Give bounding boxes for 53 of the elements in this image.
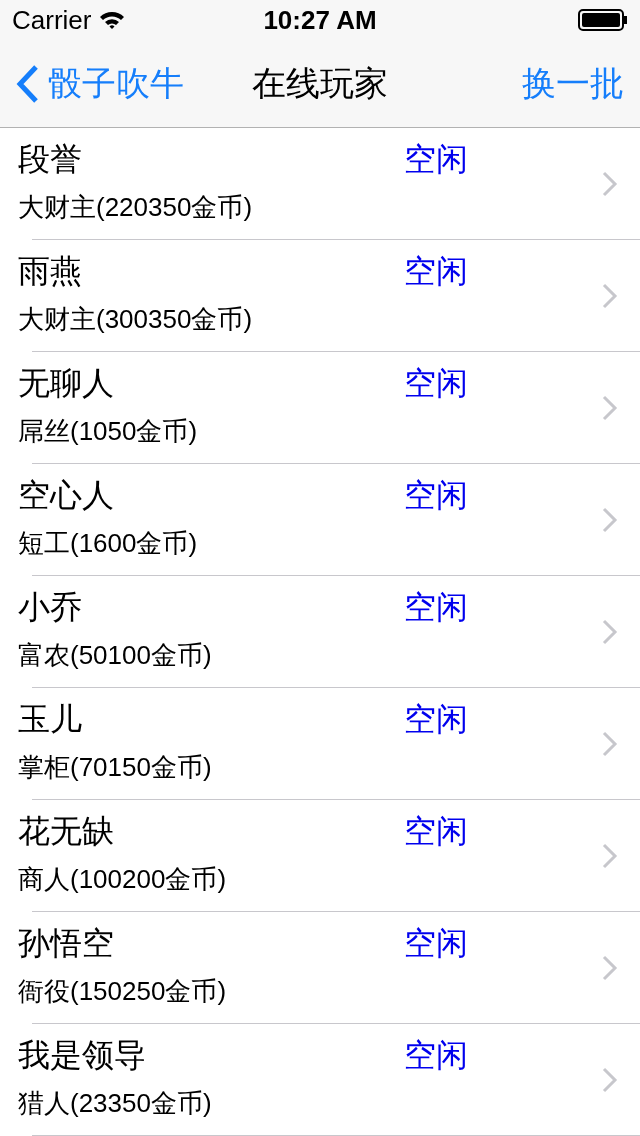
player-name: 玉儿 xyxy=(18,700,83,739)
player-rank: 掌柜(70150金币) xyxy=(18,751,213,784)
player-name: 空心人 xyxy=(18,476,115,515)
player-rank: 衙役(150250金币) xyxy=(18,975,228,1008)
player-rank: 短工(1600金币) xyxy=(18,527,199,560)
player-name: 我是领导 xyxy=(18,1036,147,1075)
refresh-batch-button[interactable]: 换一批 xyxy=(522,58,624,109)
player-status: 空闲 xyxy=(404,140,468,179)
player-name: 雨燕 xyxy=(18,252,83,291)
player-row[interactable]: 空心人 空闲 短工(1600金币) xyxy=(0,464,640,576)
chevron-icon xyxy=(602,171,618,197)
player-rank: 商人(100200金币) xyxy=(18,863,228,896)
player-row[interactable]: 小乔 空闲 富农(50100金币) xyxy=(0,576,640,688)
chevron-icon xyxy=(602,843,618,869)
chevron-icon xyxy=(602,619,618,645)
player-name: 段誉 xyxy=(18,140,83,179)
player-status: 空闲 xyxy=(404,1036,468,1075)
player-rank: 富农(50100金币) xyxy=(18,639,213,672)
chevron-icon xyxy=(602,283,618,309)
player-status: 空闲 xyxy=(404,588,468,627)
player-row[interactable]: 段誉 空闲 大财主(220350金币) xyxy=(0,128,640,240)
player-status: 空闲 xyxy=(404,924,468,963)
player-rank: 猎人(23350金币) xyxy=(18,1087,213,1120)
player-row[interactable]: 雨燕 空闲 大财主(300350金币) xyxy=(0,240,640,352)
battery-icon xyxy=(578,9,628,31)
chevron-icon xyxy=(602,395,618,421)
player-status: 空闲 xyxy=(404,252,468,291)
back-chevron-icon xyxy=(16,63,40,104)
player-status: 空闲 xyxy=(404,364,468,403)
player-rank: 大财主(300350金币) xyxy=(18,303,254,336)
chevron-icon xyxy=(602,955,618,981)
player-name: 无聊人 xyxy=(18,364,115,403)
player-row[interactable]: 孙悟空 空闲 衙役(150250金币) xyxy=(0,912,640,1024)
back-button[interactable]: 骰子吹牛 xyxy=(16,58,184,109)
screen-title: 在线玩家 xyxy=(252,63,388,104)
player-name: 孙悟空 xyxy=(18,924,115,963)
player-name: 小乔 xyxy=(18,588,83,627)
carrier-label: Carrier xyxy=(12,3,92,37)
wifi-icon xyxy=(99,10,126,30)
player-name: 花无缺 xyxy=(18,812,115,851)
chevron-icon xyxy=(602,1067,618,1093)
player-status: 空闲 xyxy=(404,812,468,851)
chevron-icon xyxy=(602,731,618,757)
time-label: 10:27 AM xyxy=(263,3,377,37)
player-status: 空闲 xyxy=(404,476,468,515)
player-row[interactable]: 我是领导 空闲 猎人(23350金币) xyxy=(0,1024,640,1136)
player-rank: 屌丝(1050金币) xyxy=(18,415,199,448)
player-status: 空闲 xyxy=(404,700,468,739)
chevron-icon xyxy=(602,507,618,533)
player-row[interactable]: 玉儿 空闲 掌柜(70150金币) xyxy=(0,688,640,800)
player-row[interactable]: 花无缺 空闲 商人(100200金币) xyxy=(0,800,640,912)
player-rank: 大财主(220350金币) xyxy=(18,191,254,224)
player-row[interactable]: 无聊人 空闲 屌丝(1050金币) xyxy=(0,352,640,464)
